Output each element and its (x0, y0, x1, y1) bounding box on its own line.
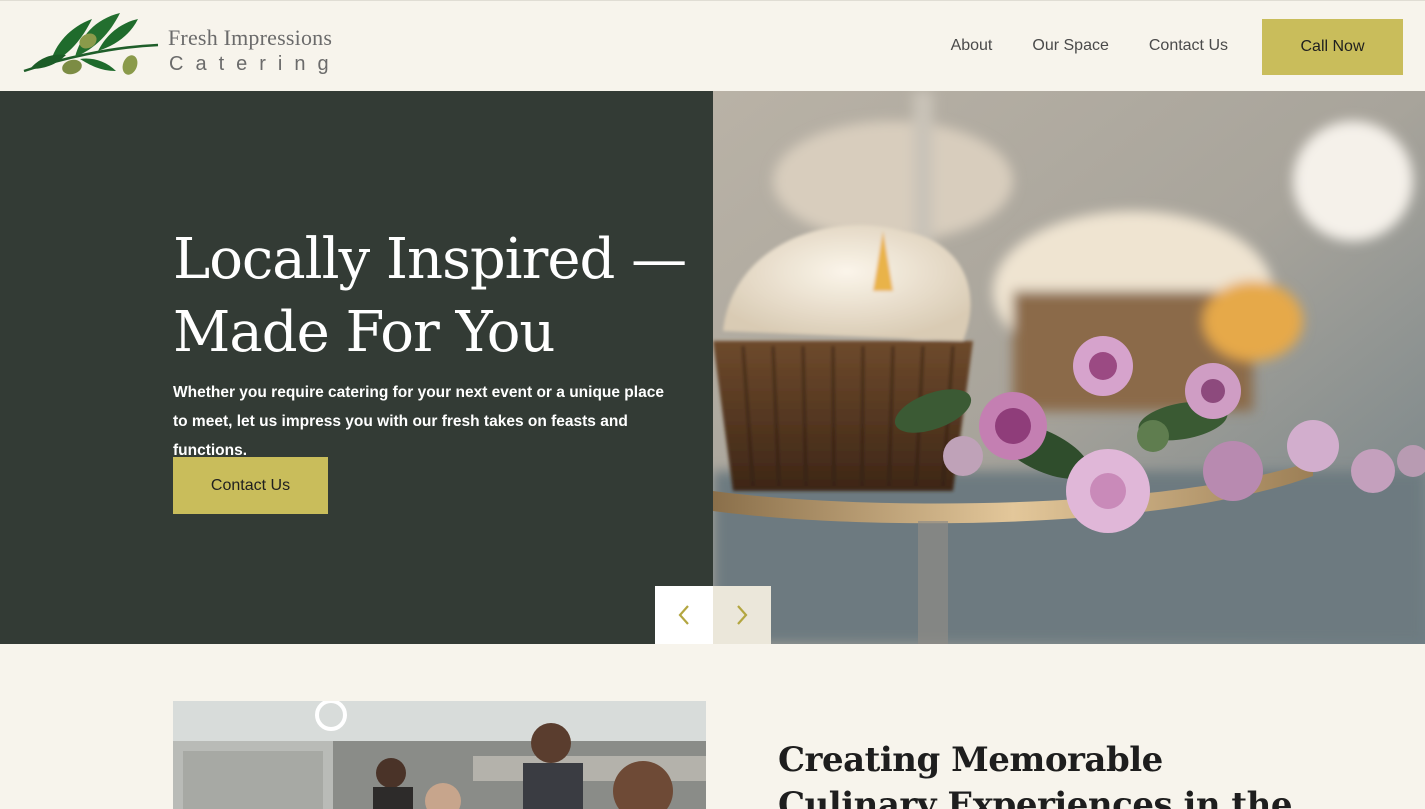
brand-name: Fresh Impressions (168, 25, 333, 50)
kitchen-photo (173, 701, 706, 809)
olive-branch-logo-icon (23, 13, 159, 75)
site-header: Fresh Impressions Catering About Our Spa… (0, 0, 1425, 91)
call-now-button[interactable]: Call Now (1262, 19, 1403, 75)
slider-next-button[interactable] (713, 586, 771, 644)
slider-prev-button[interactable] (655, 586, 713, 644)
cupcake-photo (713, 91, 1425, 644)
nav-our-space[interactable]: Our Space (1032, 37, 1108, 55)
hero-subtitle: Whether you require catering for your ne… (173, 384, 664, 459)
hero-panel: Locally Inspired — Made For You Whether … (0, 91, 713, 644)
main-nav: About Our Space Contact Us (951, 37, 1228, 55)
chevron-right-icon (737, 605, 748, 625)
chevron-left-icon (678, 605, 689, 625)
kitchen-staff-image (173, 701, 706, 809)
brand-logo[interactable]: Fresh Impressions Catering (20, 9, 340, 85)
nav-contact-us[interactable]: Contact Us (1149, 37, 1228, 55)
hero-image (713, 91, 1425, 644)
hero-contact-button[interactable]: Contact Us (173, 457, 328, 514)
nav-about[interactable]: About (951, 37, 993, 55)
about-heading: Creating Memorable Culinary Experiences … (778, 740, 1292, 809)
hero-title: Locally Inspired — Made For You (173, 227, 687, 365)
brand-tagline: Catering (169, 53, 341, 75)
